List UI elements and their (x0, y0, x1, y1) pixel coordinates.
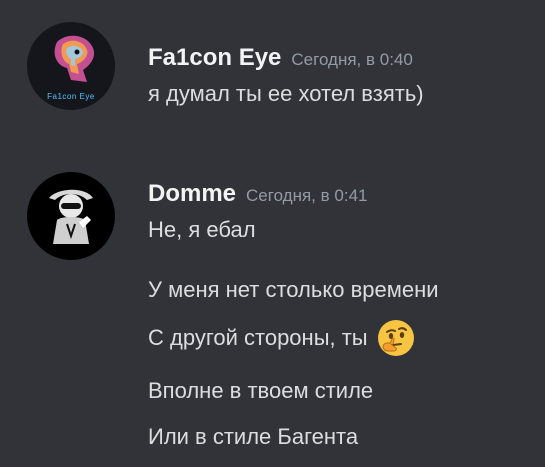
domme-avatar-icon (27, 172, 115, 260)
username[interactable]: Domme Сегодня, в 0:41 (148, 180, 367, 208)
message-line-text: С другой стороны, ты (148, 325, 368, 350)
message-line: У меня нет столько времени (148, 277, 439, 302)
message-line: Или в стиле Багента (148, 424, 359, 449)
username-label[interactable]: Domme (148, 180, 236, 207)
chat-view: Fa1con Eye Fa1con Eye Сегодня, в 0:40 я д… (0, 0, 545, 467)
username[interactable]: Fa1con Eye Сегодня, в 0:40 (148, 44, 413, 72)
thinking-face-icon (376, 318, 416, 358)
message-line-with-emoji: С другой стороны, ты (148, 318, 416, 358)
username-label[interactable]: Fa1con Eye (148, 44, 281, 71)
avatar[interactable]: Fa1con Eye (27, 22, 115, 110)
message-line: я думал ты ее хотел взять) (148, 81, 424, 106)
message-line: Вполне в твоем стиле (148, 378, 374, 403)
timestamp: Сегодня, в 0:41 (246, 186, 368, 205)
message-line: Не, я ебал (148, 217, 256, 242)
avatar-text: Fa1con Eye (47, 92, 95, 101)
avatar[interactable] (27, 172, 115, 260)
timestamp: Сегодня, в 0:40 (291, 50, 413, 69)
